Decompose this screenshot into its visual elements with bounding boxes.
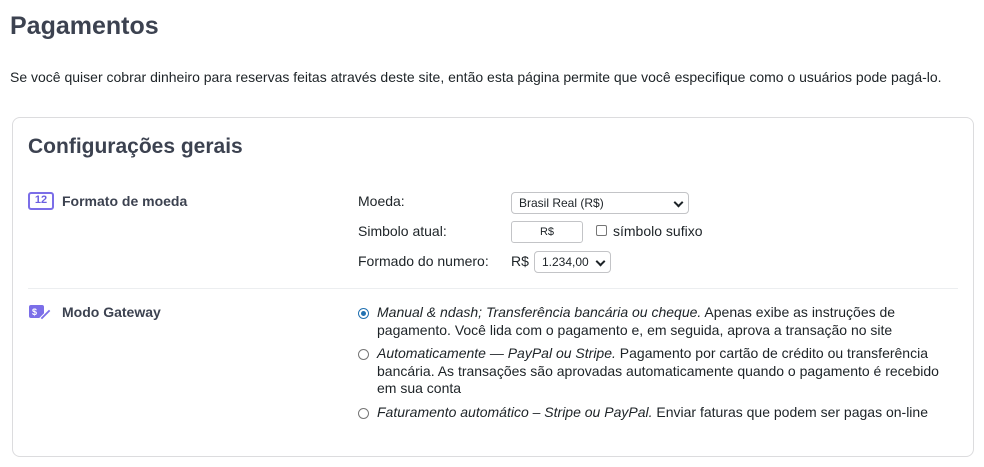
currency-select[interactable]: Brasil Real (R$) <box>511 192 689 214</box>
page-intro: Se você quiser cobrar dinheiro para rese… <box>10 69 942 85</box>
suffix-label: símbolo sufixo <box>613 223 703 239</box>
gateway-option-automatic-title: Automaticamente — PayPal ou Stripe. <box>377 345 616 361</box>
suffix-checkbox[interactable] <box>596 225 607 236</box>
currency-format-title: Formato de moeda <box>62 193 188 209</box>
gateway-mode-label: $ Modo Gateway <box>28 303 161 321</box>
number-12-icon: 12 <box>28 192 54 210</box>
gateway-option-invoice-title: Faturamento automático – Stripe ou PayPa… <box>377 404 653 420</box>
gateway-option-manual-title: Manual & ndash; Transferência bancária o… <box>377 304 702 320</box>
card-title: Configurações gerais <box>28 135 243 158</box>
gateway-mode-title: Modo Gateway <box>62 304 161 320</box>
number-format-prefix: R$ <box>511 253 529 269</box>
general-settings-card: Configurações gerais 12 Formato de moeda… <box>12 117 974 457</box>
gateway-option-invoice-desc: Enviar faturas que podem ser pagas on-li… <box>656 404 928 420</box>
gateway-option-manual[interactable]: Manual & ndash; Transferência bancária o… <box>377 304 947 339</box>
currency-format-label: 12 Formato de moeda <box>28 192 187 210</box>
currency-select-value: Brasil Real (R$) <box>519 196 604 210</box>
chevron-down-icon <box>595 256 606 267</box>
number-format-select-value: 1.234,00 <box>542 255 589 269</box>
gateway-option-manual-radio[interactable] <box>358 308 369 319</box>
currency-label: Moeda: <box>358 193 405 209</box>
chevron-down-icon <box>673 197 684 208</box>
gateway-option-invoice[interactable]: Faturamento automático – Stripe ou PayPa… <box>377 404 947 422</box>
symbol-label: Simbolo atual: <box>358 223 447 239</box>
svg-text:$: $ <box>32 307 37 317</box>
page-title: Pagamentos <box>10 12 159 40</box>
gateway-option-automatic-radio[interactable] <box>358 349 369 360</box>
payment-gateway-icon: $ <box>28 303 54 321</box>
number-format-select[interactable]: 1.234,00 <box>534 251 611 273</box>
number-format-label: Formado do numero: <box>358 253 489 269</box>
section-divider <box>28 288 958 289</box>
symbol-input[interactable]: R$ <box>511 221 583 243</box>
gateway-option-invoice-radio[interactable] <box>358 408 369 419</box>
gateway-option-automatic[interactable]: Automaticamente — PayPal ou Stripe. Paga… <box>377 345 947 398</box>
